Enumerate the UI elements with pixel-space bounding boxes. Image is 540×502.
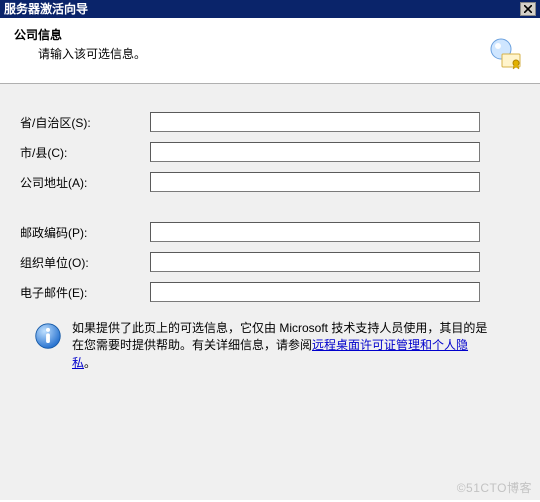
info-row: 如果提供了此页上的可选信息，它仅由 Microsoft 技术支持人员使用，其目的…: [34, 320, 490, 372]
info-icon: [34, 322, 62, 350]
city-input[interactable]: [150, 142, 480, 162]
email-input[interactable]: [150, 282, 480, 302]
field-row-province: 省/自治区(S):: [20, 112, 520, 132]
page-subtitle: 请输入该可选信息。: [38, 45, 526, 62]
field-row-email: 电子邮件(E):: [20, 282, 520, 302]
org-unit-label: 组织单位(O):: [20, 254, 150, 271]
postal-label: 邮政编码(P):: [20, 224, 150, 241]
certificate-icon: [488, 36, 524, 72]
field-row-address: 公司地址(A):: [20, 172, 520, 192]
close-icon: [524, 5, 532, 13]
info-text-post: 。: [84, 356, 96, 370]
postal-input[interactable]: [150, 222, 480, 242]
province-label: 省/自治区(S):: [20, 114, 150, 131]
org-unit-input[interactable]: [150, 252, 480, 272]
field-row-org-unit: 组织单位(O):: [20, 252, 520, 272]
field-row-postal: 邮政编码(P):: [20, 222, 520, 242]
window-title: 服务器激活向导: [4, 0, 88, 18]
province-input[interactable]: [150, 112, 480, 132]
form-area: 省/自治区(S): 市/县(C): 公司地址(A): 邮政编码(P): 组织单位…: [0, 84, 540, 500]
page-title: 公司信息: [14, 26, 526, 43]
field-row-city: 市/县(C):: [20, 142, 520, 162]
email-label: 电子邮件(E):: [20, 284, 150, 301]
info-text: 如果提供了此页上的可选信息，它仅由 Microsoft 技术支持人员使用，其目的…: [72, 320, 490, 372]
wizard-header: 公司信息 请输入该可选信息。: [0, 18, 540, 84]
city-label: 市/县(C):: [20, 144, 150, 161]
address-label: 公司地址(A):: [20, 174, 150, 191]
titlebar: 服务器激活向导: [0, 0, 540, 18]
watermark: ©51CTO博客: [457, 479, 532, 496]
close-button[interactable]: [520, 2, 536, 16]
address-input[interactable]: [150, 172, 480, 192]
